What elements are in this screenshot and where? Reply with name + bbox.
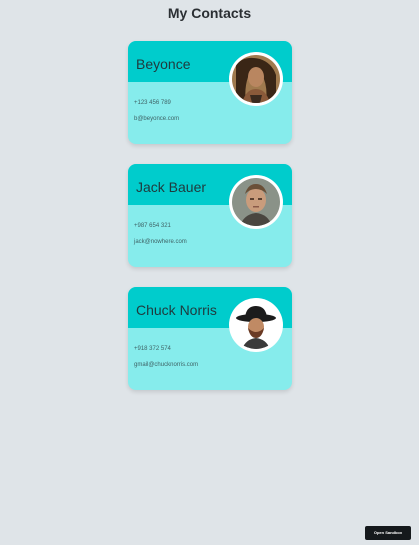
- person-photo-icon: [232, 55, 280, 103]
- person-photo-icon: [232, 178, 280, 226]
- person-photo-icon: [232, 301, 280, 349]
- contact-name: Chuck Norris: [136, 302, 217, 318]
- open-sandbox-button[interactable]: Open Sandbox: [365, 526, 411, 540]
- page-title: My Contacts: [167, 5, 252, 21]
- contact-phone: +987 654 321: [134, 223, 171, 229]
- contact-card: Jack Bauer +987 654 321 jack@nowhere.com: [128, 164, 292, 267]
- contact-email: b@beyonce.com: [134, 116, 180, 122]
- contact-email: gmail@chucknorris.com: [134, 362, 199, 368]
- contact-phone: +123 456 789: [134, 100, 171, 106]
- contact-phone: +918 372 574: [134, 346, 171, 352]
- contact-card: Chuck Norris +918 372 574 gmail@chucknor…: [128, 287, 292, 390]
- avatar: [229, 298, 283, 352]
- contact-card: Beyonce +123 456 789 b@beyonce.com: [128, 41, 292, 144]
- contact-email: jack@nowhere.com: [134, 239, 187, 245]
- contact-name: Beyonce: [136, 56, 191, 72]
- contact-name: Jack Bauer: [136, 179, 207, 195]
- avatar: [229, 175, 283, 229]
- avatar: [229, 52, 283, 106]
